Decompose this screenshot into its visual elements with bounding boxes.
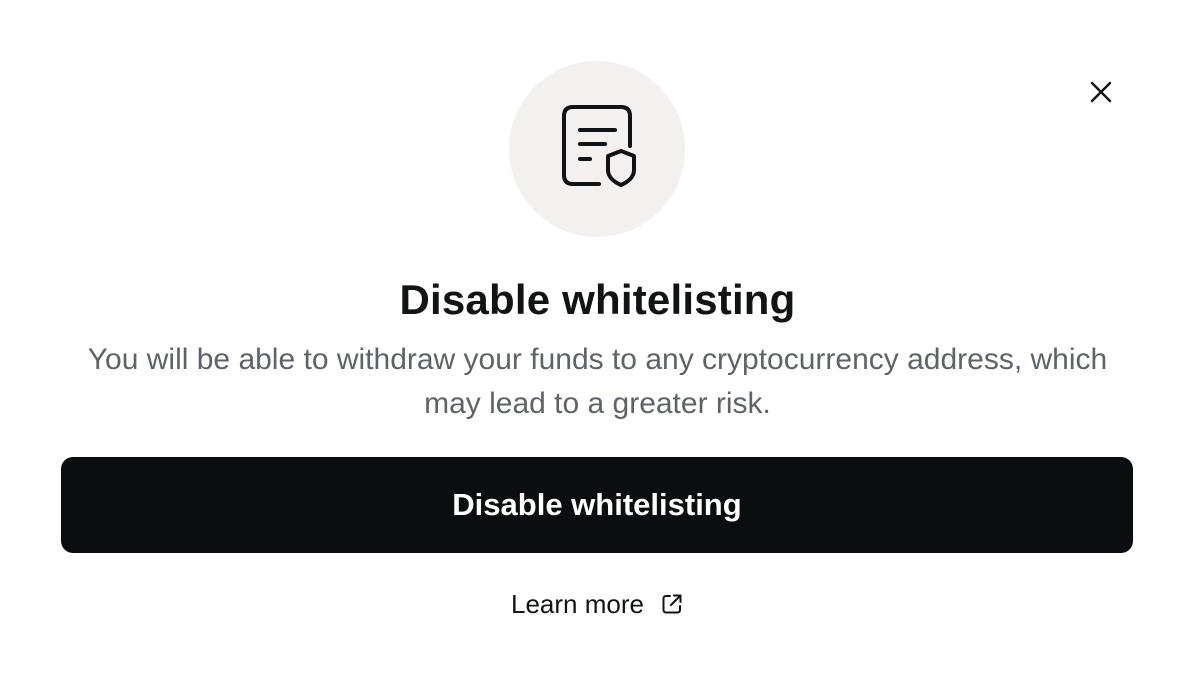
dialog-title: Disable whitelisting xyxy=(399,276,796,323)
close-icon xyxy=(1089,80,1113,107)
disable-whitelisting-dialog: Disable whitelisting You will be able to… xyxy=(0,0,1195,682)
external-link-icon xyxy=(660,592,684,616)
learn-more-label: Learn more xyxy=(511,588,644,619)
dialog-description: You will be able to withdraw your funds … xyxy=(87,343,1108,420)
learn-more-link[interactable]: Learn more xyxy=(0,584,1195,624)
close-button[interactable] xyxy=(1084,76,1118,110)
icon-badge xyxy=(509,61,685,237)
document-shield-icon xyxy=(557,102,637,197)
disable-whitelisting-button[interactable]: Disable whitelisting xyxy=(61,457,1133,553)
